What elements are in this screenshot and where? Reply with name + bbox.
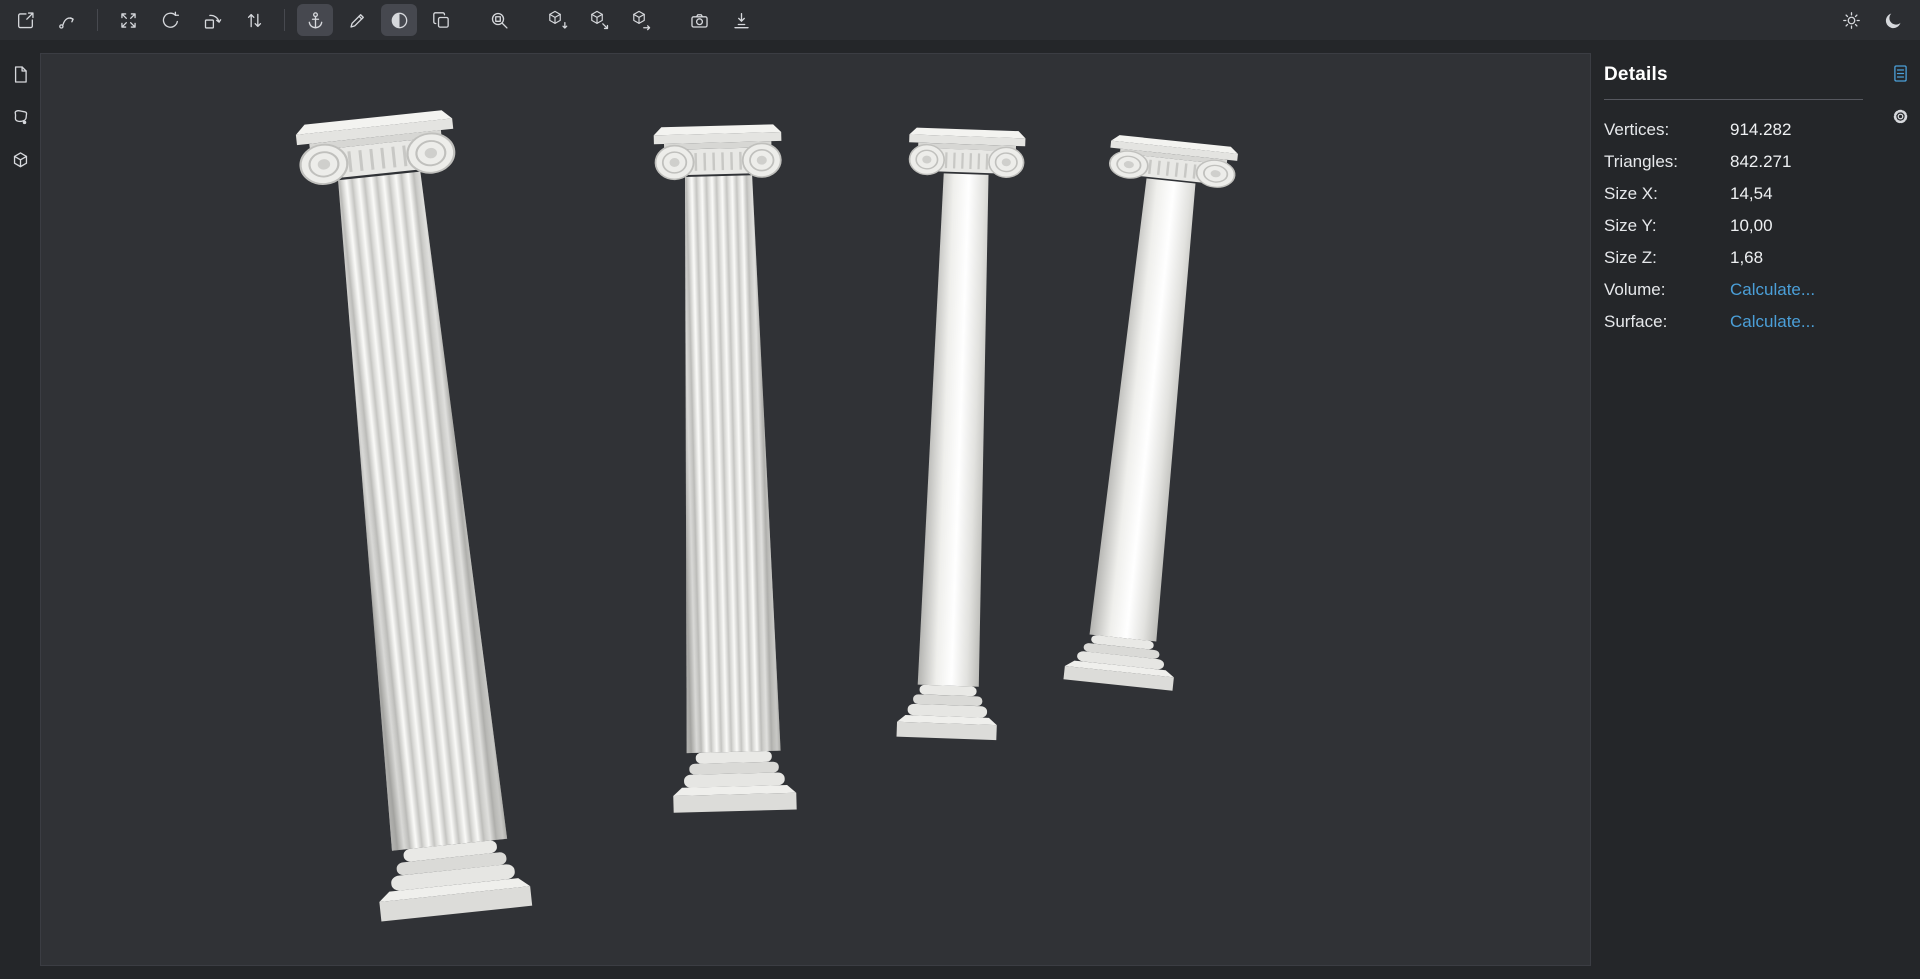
pivot-button[interactable] (297, 4, 333, 36)
pen-icon (349, 13, 364, 28)
detail-value: 914.282 (1730, 120, 1792, 139)
screenshot-button[interactable] (681, 4, 717, 36)
detail-value: 14,54 (1730, 184, 1773, 203)
detail-row-size-x: Size X: 14,54 (1604, 178, 1863, 210)
curve-path-button[interactable] (49, 4, 85, 36)
viewport-3d[interactable] (40, 53, 1591, 966)
detail-row-surface: Surface: Calculate... (1604, 306, 1863, 338)
rotate-view-icon (162, 11, 179, 28)
detail-label: Size X: (1604, 184, 1658, 203)
column-mesh-1[interactable] (295, 109, 535, 922)
object-export-button[interactable] (581, 4, 617, 36)
zoom-box-icon (491, 12, 508, 29)
zoom-region-button[interactable] (481, 4, 517, 36)
align-floor-icon (733, 12, 749, 28)
detail-label: Volume: (1604, 280, 1666, 299)
detail-label: Size Z: (1604, 248, 1657, 267)
pivot-anchor-icon (308, 11, 322, 28)
top-toolbar (0, 0, 1920, 40)
edit-panel-button[interactable] (5, 102, 35, 132)
drop-to-floor-button[interactable] (723, 4, 759, 36)
clip-plane-button[interactable] (381, 4, 417, 36)
detail-value: 842.271 (1730, 152, 1792, 171)
details-rows: Vertices: 914.282 Triangles: 842.271 Siz… (1604, 114, 1863, 338)
details-title: Details (1604, 64, 1863, 100)
curve-arrow-icon (58, 16, 74, 29)
swap-vertical-icon (247, 13, 261, 27)
detail-row-size-y: Size Y: 10,00 (1604, 210, 1863, 242)
detail-label: Triangles: (1604, 152, 1679, 171)
open-scene-icon (17, 11, 34, 28)
rotate-plane-button[interactable] (194, 4, 230, 36)
half-sphere-icon (391, 12, 407, 28)
detail-row-vertices: Vertices: 914.282 (1604, 114, 1863, 146)
file-icon (14, 65, 27, 83)
left-sidebar (0, 40, 40, 979)
copy-button[interactable] (423, 4, 459, 36)
detail-row-triangles: Triangles: 842.271 (1604, 146, 1863, 178)
column-mesh-4[interactable] (1055, 134, 1239, 691)
cube-arrow-right-icon (632, 10, 650, 30)
files-panel-button[interactable] (5, 59, 35, 89)
object-import-button[interactable] (539, 4, 575, 36)
detail-value: 10,00 (1730, 216, 1773, 235)
detail-label: Size Y: (1604, 216, 1657, 235)
fit-view-icon (120, 12, 136, 28)
column-mesh-2[interactable] (653, 124, 798, 813)
gear-icon (1893, 109, 1908, 123)
calculate-volume-link[interactable]: Calculate... (1730, 280, 1815, 300)
column-mesh-3[interactable] (888, 127, 1025, 740)
document-lines-icon (1894, 64, 1907, 82)
draw-line-button[interactable] (339, 4, 375, 36)
details-panel-button[interactable] (1886, 58, 1916, 88)
detail-row-size-z: Size Z: 1,68 (1604, 242, 1863, 274)
details-panel: Details Vertices: 914.282 Triangles: 842… (1592, 40, 1881, 338)
detail-row-volume: Volume: Calculate... (1604, 274, 1863, 306)
light-theme-button[interactable] (1833, 4, 1869, 36)
open-scene-button[interactable] (7, 4, 43, 36)
swap-axes-button[interactable] (236, 4, 272, 36)
app-window: Details Vertices: 914.282 Triangles: 842… (0, 0, 1920, 979)
fit-view-button[interactable] (110, 4, 146, 36)
detail-value: 1,68 (1730, 248, 1764, 267)
right-strip (1881, 40, 1920, 979)
calculate-surface-link[interactable]: Calculate... (1730, 312, 1815, 332)
objects-panel-button[interactable] (5, 145, 35, 175)
shape-edit-icon (14, 109, 27, 124)
sun-icon (1842, 11, 1860, 29)
camera-icon (690, 13, 708, 28)
settings-button[interactable] (1886, 101, 1916, 131)
cube-arrow-down-icon (548, 10, 567, 29)
toolbar-separator (97, 9, 98, 31)
rotate-view-button[interactable] (152, 4, 188, 36)
copy-icon (432, 11, 449, 28)
object-transfer-button[interactable] (623, 4, 659, 36)
cube-icon (13, 151, 27, 167)
scene-render (41, 54, 1590, 965)
moon-icon (1885, 13, 1900, 28)
dark-theme-button[interactable] (1875, 4, 1911, 36)
toolbar-separator (284, 9, 285, 31)
rotate-plane-icon (204, 14, 221, 29)
detail-label: Surface: (1604, 312, 1668, 331)
cube-arrow-out-icon (590, 10, 608, 29)
detail-label: Vertices: (1604, 120, 1670, 139)
